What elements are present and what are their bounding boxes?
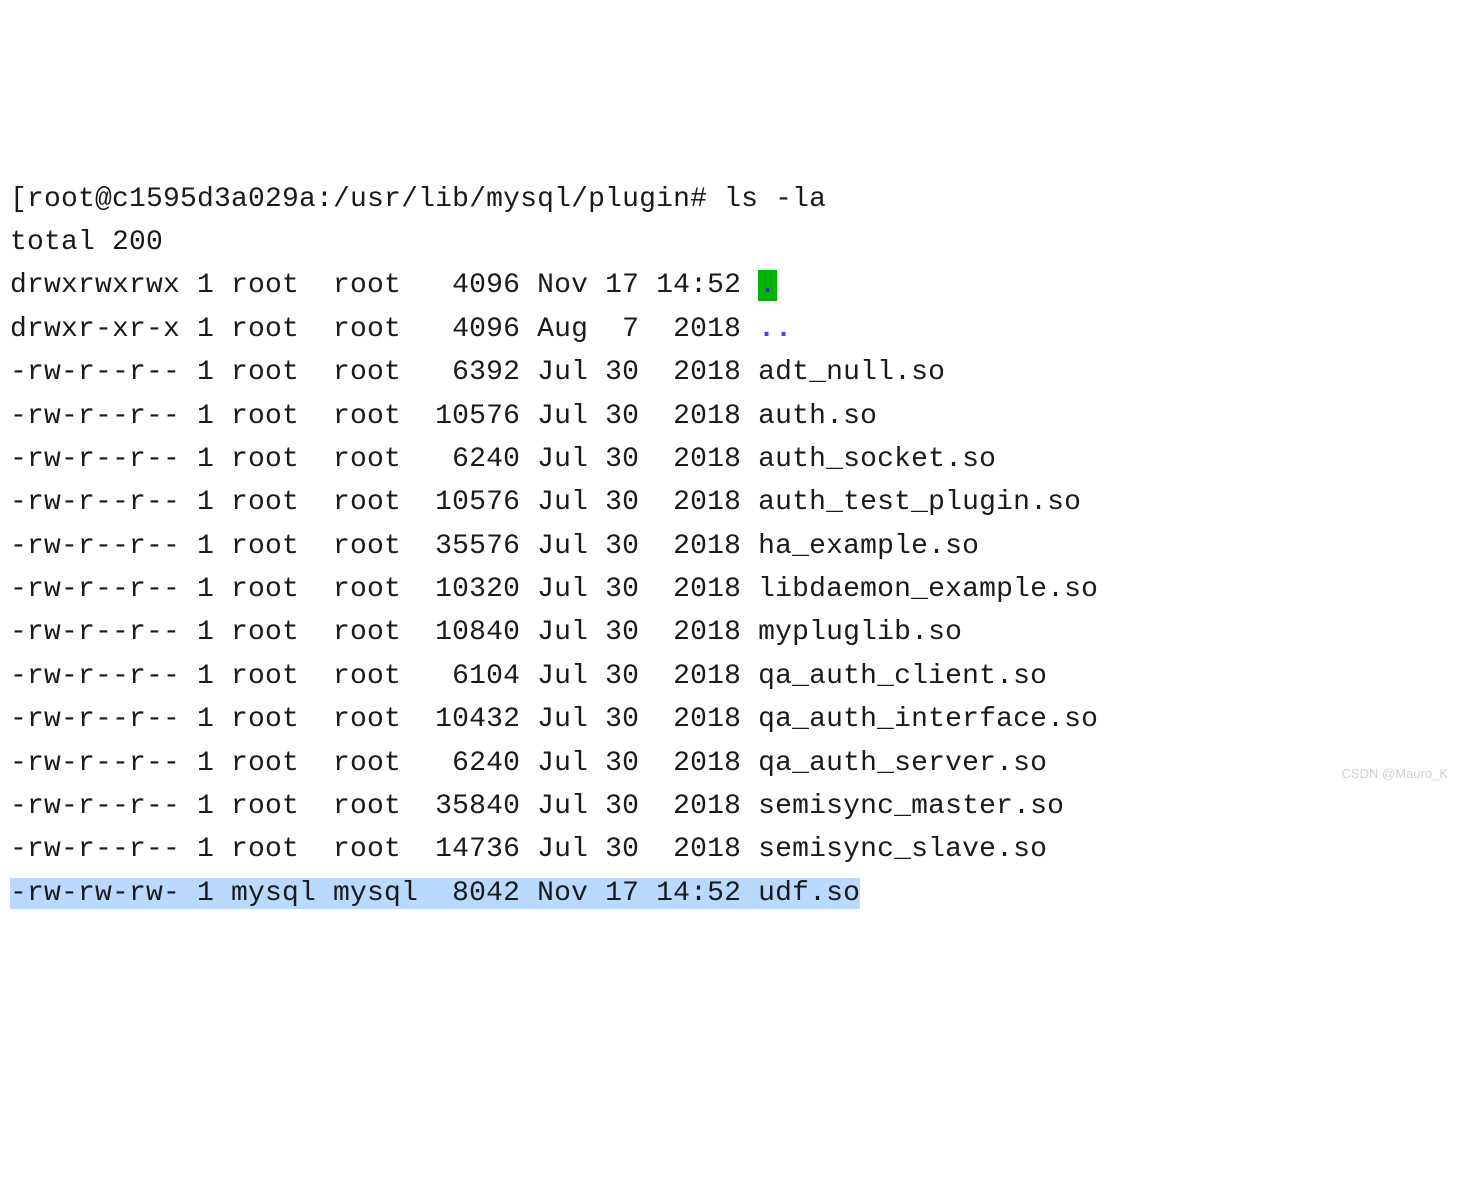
ls-row-meta: -rw-r--r-- 1 root root 6392 Jul 30 2018 bbox=[10, 357, 758, 388]
ls-row-filename: ha_example.so bbox=[758, 531, 979, 562]
ls-row: drwxr-xr-x 1 root root 4096 Aug 7 2018 .… bbox=[10, 308, 1452, 351]
terminal-output[interactable]: [root@c1595d3a029a:/usr/lib/mysql/plugin… bbox=[10, 178, 1452, 916]
ls-row-meta: -rw-r--r-- 1 root root 10840 Jul 30 2018 bbox=[10, 617, 758, 648]
ls-row: -rw-r--r-- 1 root root 6392 Jul 30 2018 … bbox=[10, 351, 1452, 394]
total-line: total 200 bbox=[10, 221, 1452, 264]
ls-row-meta: -rw-r--r-- 1 root root 10576 Jul 30 2018 bbox=[10, 401, 758, 432]
ls-row-filename: semisync_master.so bbox=[758, 791, 1064, 822]
ls-row-filename: mypluglib.so bbox=[758, 617, 962, 648]
ls-row: -rw-r--r-- 1 root root 10432 Jul 30 2018… bbox=[10, 698, 1452, 741]
ls-row-meta: -rw-r--r-- 1 root root 6240 Jul 30 2018 bbox=[10, 444, 758, 475]
ls-row-filename: semisync_slave.so bbox=[758, 834, 1047, 865]
ls-row-meta: -rw-r--r-- 1 root root 14736 Jul 30 2018 bbox=[10, 834, 758, 865]
ls-row-filename: qa_auth_interface.so bbox=[758, 704, 1098, 735]
ls-row-meta: drwxr-xr-x 1 root root 4096 Aug 7 2018 bbox=[10, 314, 758, 345]
ls-row-filename: . bbox=[758, 270, 777, 301]
ls-row: -rw-r--r-- 1 root root 10320 Jul 30 2018… bbox=[10, 568, 1452, 611]
ls-row: -rw-r--r-- 1 root root 6240 Jul 30 2018 … bbox=[10, 742, 1452, 785]
ls-row-filename: qa_auth_server.so bbox=[758, 748, 1047, 779]
ls-row: -rw-rw-rw- 1 mysql mysql 8042 Nov 17 14:… bbox=[10, 872, 1452, 915]
ls-row-filename: udf.so bbox=[758, 878, 860, 909]
ls-row-meta: -rw-r--r-- 1 root root 35576 Jul 30 2018 bbox=[10, 531, 758, 562]
ls-row-meta: -rw-rw-rw- 1 mysql mysql 8042 Nov 17 14:… bbox=[10, 878, 758, 909]
ls-row-filename: adt_null.so bbox=[758, 357, 945, 388]
ls-row: -rw-r--r-- 1 root root 10840 Jul 30 2018… bbox=[10, 611, 1452, 654]
ls-row: -rw-r--r-- 1 root root 35840 Jul 30 2018… bbox=[10, 785, 1452, 828]
ls-row-meta: drwxrwxrwx 1 root root 4096 Nov 17 14:52 bbox=[10, 270, 758, 301]
total-text: total 200 bbox=[10, 227, 163, 258]
ls-row: -rw-r--r-- 1 root root 35576 Jul 30 2018… bbox=[10, 525, 1452, 568]
ls-row: drwxrwxrwx 1 root root 4096 Nov 17 14:52… bbox=[10, 264, 1452, 307]
ls-row-filename: .. bbox=[758, 314, 792, 345]
ls-row-filename: libdaemon_example.so bbox=[758, 574, 1098, 605]
ls-row-meta: -rw-r--r-- 1 root root 10576 Jul 30 2018 bbox=[10, 487, 758, 518]
ls-row-filename: auth_test_plugin.so bbox=[758, 487, 1081, 518]
prompt-line: [root@c1595d3a029a:/usr/lib/mysql/plugin… bbox=[10, 178, 1452, 221]
ls-row-meta: -rw-r--r-- 1 root root 35840 Jul 30 2018 bbox=[10, 791, 758, 822]
ls-row-filename: auth_socket.so bbox=[758, 444, 996, 475]
ls-row: -rw-r--r-- 1 root root 10576 Jul 30 2018… bbox=[10, 395, 1452, 438]
ls-row: -rw-r--r-- 1 root root 6240 Jul 30 2018 … bbox=[10, 438, 1452, 481]
ls-row-meta: -rw-r--r-- 1 root root 10432 Jul 30 2018 bbox=[10, 704, 758, 735]
ls-row-filename: auth.so bbox=[758, 401, 877, 432]
ls-row-meta: -rw-r--r-- 1 root root 10320 Jul 30 2018 bbox=[10, 574, 758, 605]
watermark: CSDN @Mauro_K bbox=[1342, 764, 1448, 784]
ls-row-meta: -rw-r--r-- 1 root root 6240 Jul 30 2018 bbox=[10, 748, 758, 779]
ls-row: -rw-r--r-- 1 root root 14736 Jul 30 2018… bbox=[10, 828, 1452, 871]
ls-row-filename: qa_auth_client.so bbox=[758, 661, 1047, 692]
prompt-text: [root@c1595d3a029a:/usr/lib/mysql/plugin… bbox=[10, 184, 826, 215]
ls-row: -rw-r--r-- 1 root root 10576 Jul 30 2018… bbox=[10, 481, 1452, 524]
ls-row-meta: -rw-r--r-- 1 root root 6104 Jul 30 2018 bbox=[10, 661, 758, 692]
ls-row: -rw-r--r-- 1 root root 6104 Jul 30 2018 … bbox=[10, 655, 1452, 698]
